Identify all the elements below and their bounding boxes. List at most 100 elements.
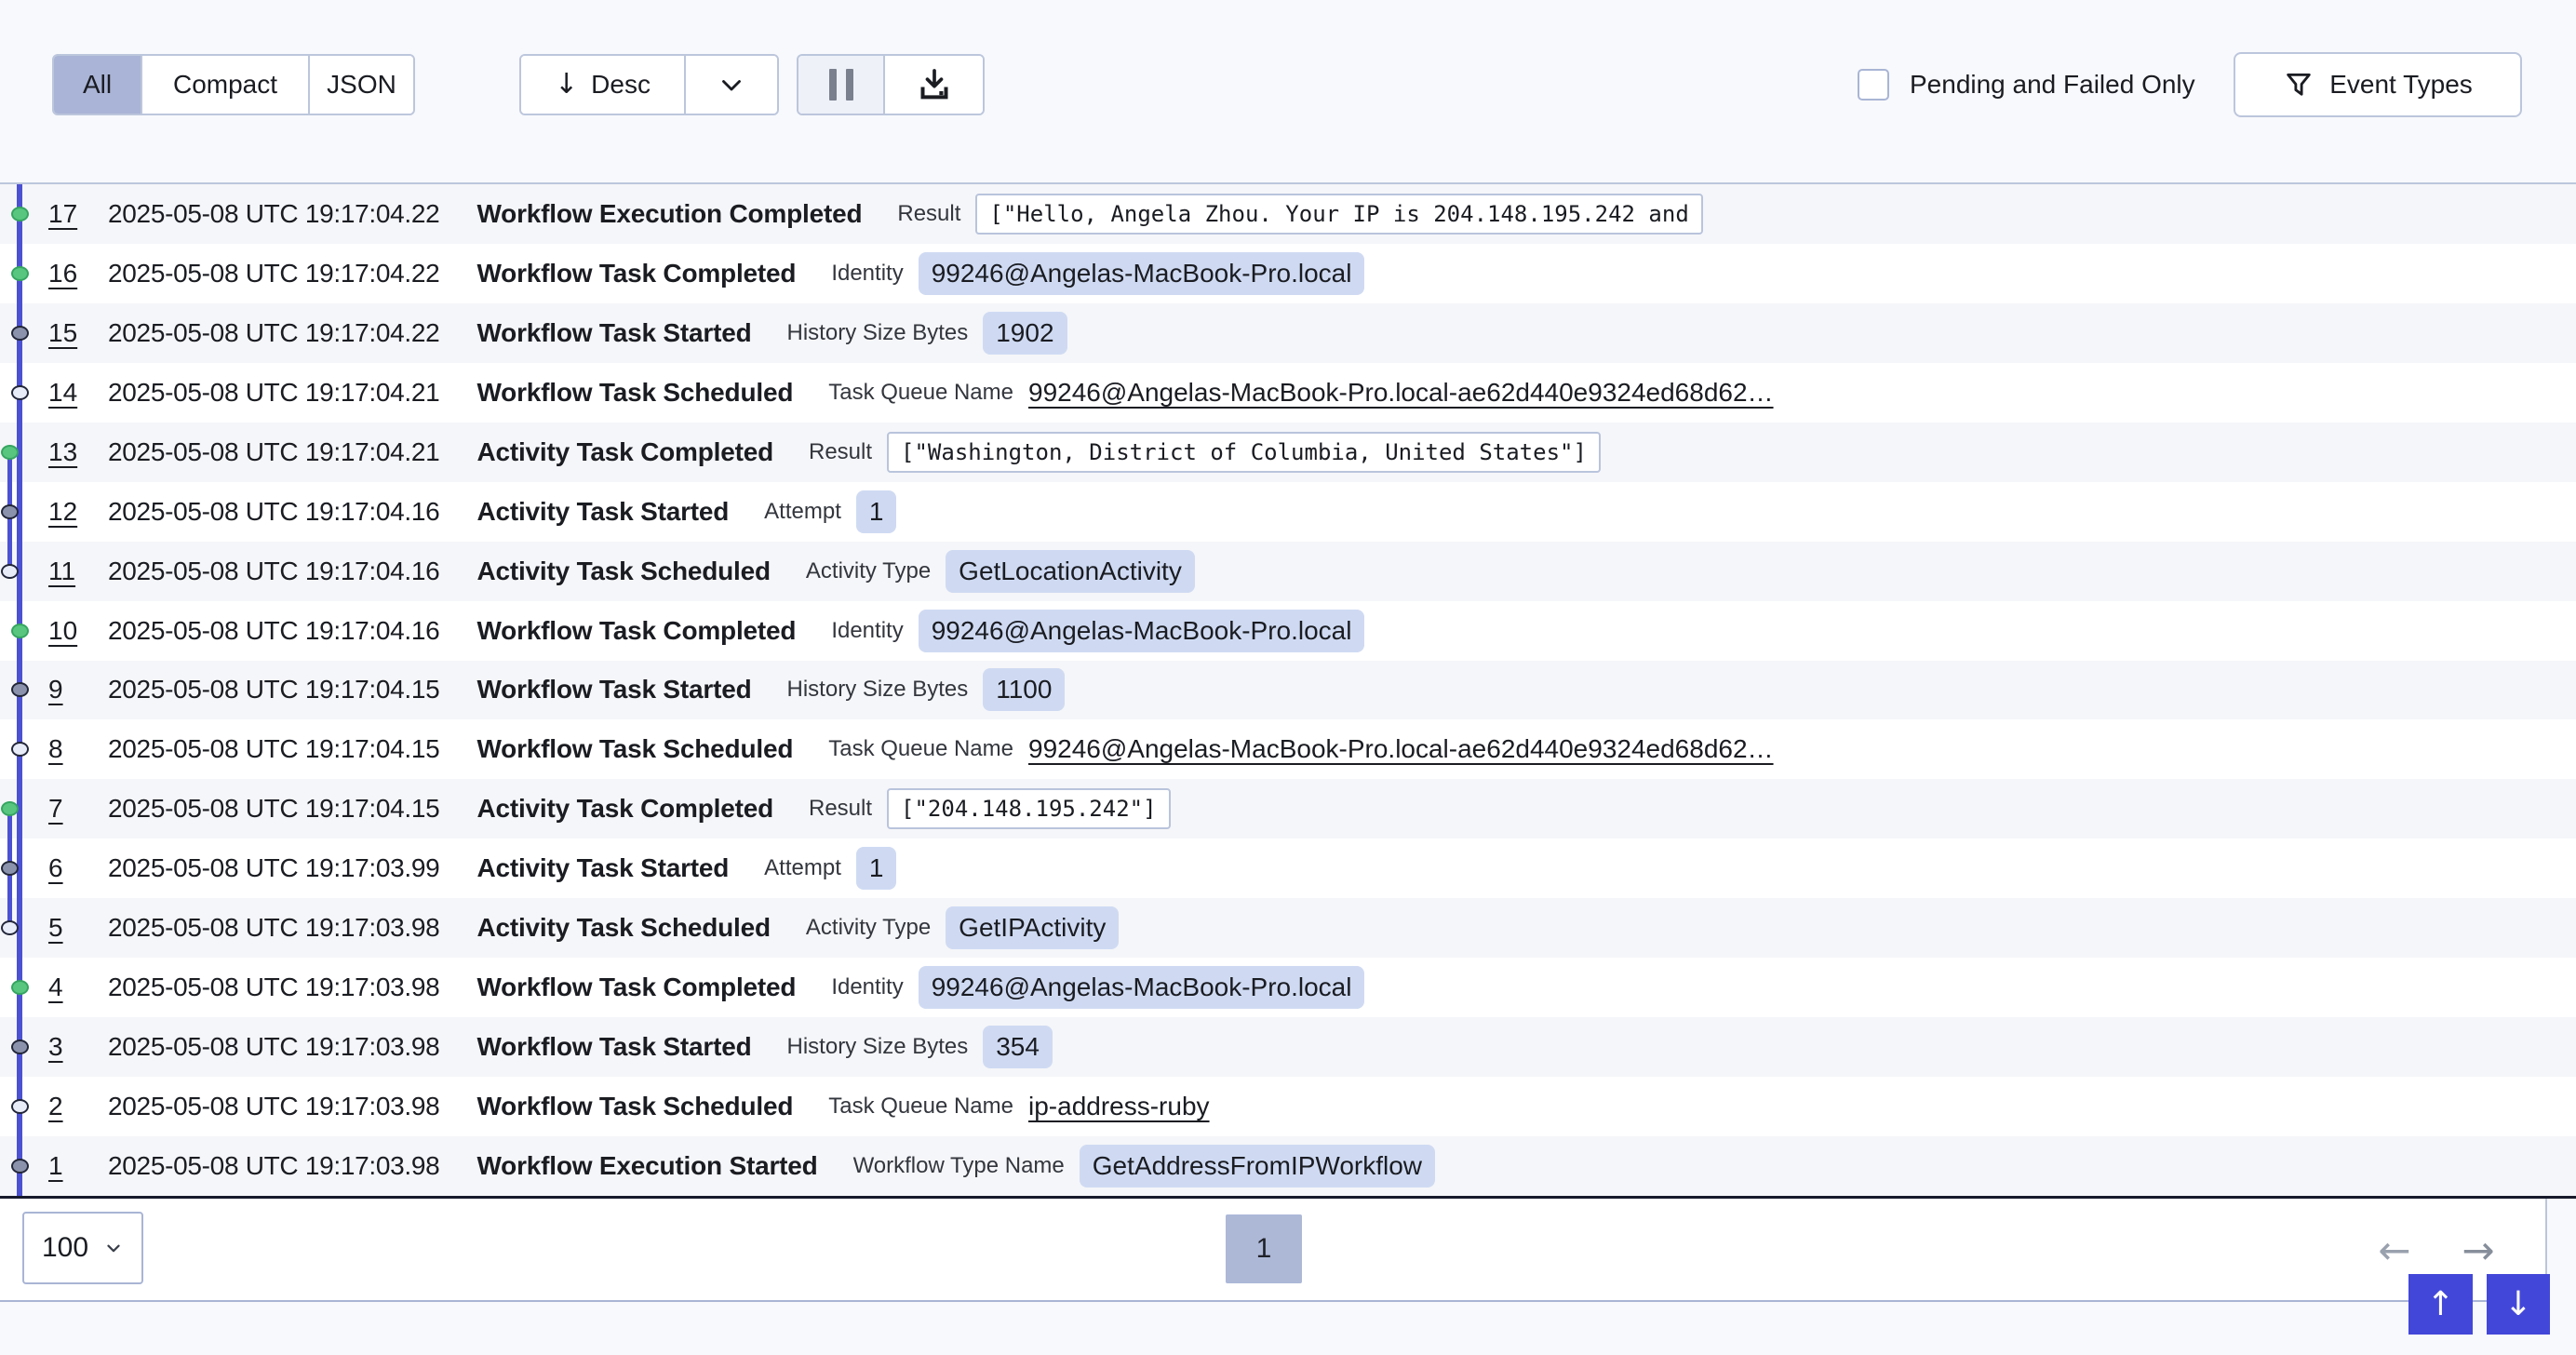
event-row[interactable]: 14 2025-05-08 UTC 19:17:04.21 Workflow T… bbox=[0, 363, 2576, 423]
event-timestamp: 2025-05-08 UTC 19:17:03.98 bbox=[108, 1032, 439, 1062]
event-row[interactable]: 2 2025-05-08 UTC 19:17:03.98 Workflow Ta… bbox=[0, 1077, 2576, 1136]
download-icon bbox=[916, 66, 953, 103]
event-name: Workflow Task Started bbox=[476, 1032, 751, 1062]
event-detail-label: History Size Bytes bbox=[787, 320, 969, 346]
event-name: Workflow Execution Started bbox=[476, 1151, 817, 1181]
event-types-button[interactable]: Event Types bbox=[2234, 52, 2522, 117]
event-id-link[interactable]: 11 bbox=[48, 557, 82, 586]
event-status-dot bbox=[1, 504, 19, 519]
event-id-link[interactable]: 13 bbox=[48, 437, 82, 467]
sort-control: ↓ Desc bbox=[519, 54, 779, 115]
event-id-link[interactable]: 17 bbox=[48, 199, 82, 229]
event-detail-label: Result bbox=[809, 796, 872, 822]
task-queue-link[interactable]: ip-address-ruby bbox=[1028, 1092, 1210, 1121]
event-id-link[interactable]: 5 bbox=[48, 913, 82, 943]
task-queue-link[interactable]: 99246@Angelas-MacBook-Pro.local-ae62d440… bbox=[1028, 378, 1774, 408]
tab-compact[interactable]: Compact bbox=[142, 56, 310, 114]
sort-options-dropdown[interactable] bbox=[686, 56, 777, 114]
event-timestamp: 2025-05-08 UTC 19:17:04.15 bbox=[108, 675, 439, 704]
event-status-dot bbox=[1, 861, 19, 876]
event-row[interactable]: 17 2025-05-08 UTC 19:17:04.22 Workflow E… bbox=[0, 184, 2576, 244]
event-name: Activity Task Scheduled bbox=[476, 913, 770, 943]
event-row[interactable]: 3 2025-05-08 UTC 19:17:03.98 Workflow Ta… bbox=[0, 1017, 2576, 1077]
event-timestamp: 2025-05-08 UTC 19:17:03.99 bbox=[108, 853, 439, 883]
prev-page-button[interactable]: ← bbox=[2362, 1217, 2427, 1282]
event-row[interactable]: 6 2025-05-08 UTC 19:17:03.99 Activity Ta… bbox=[0, 838, 2576, 898]
event-detail-value: 99246@Angelas-MacBook-Pro.local bbox=[919, 966, 1365, 1009]
event-detail-value: GetAddressFromIPWorkflow bbox=[1080, 1145, 1435, 1187]
task-queue-link[interactable]: 99246@Angelas-MacBook-Pro.local-ae62d440… bbox=[1028, 734, 1774, 764]
next-page-button[interactable]: → bbox=[2446, 1217, 2511, 1282]
arrow-down-icon: ↓ bbox=[2504, 1285, 2532, 1323]
event-id-link[interactable]: 8 bbox=[48, 734, 82, 764]
event-detail-label: Attempt bbox=[764, 499, 841, 525]
pending-failed-checkbox[interactable] bbox=[1858, 69, 1889, 101]
event-timestamp: 2025-05-08 UTC 19:17:04.16 bbox=[108, 497, 439, 527]
event-detail-value: GetLocationActivity bbox=[946, 550, 1195, 593]
event-detail-label: History Size Bytes bbox=[787, 1034, 969, 1060]
pause-button[interactable] bbox=[798, 56, 885, 114]
event-row[interactable]: 9 2025-05-08 UTC 19:17:04.15 Workflow Ta… bbox=[0, 661, 2576, 720]
event-id-link[interactable]: 16 bbox=[48, 259, 82, 288]
event-row[interactable]: 11 2025-05-08 UTC 19:17:04.16 Activity T… bbox=[0, 542, 2576, 601]
event-detail-value: 1902 bbox=[983, 312, 1067, 355]
event-row[interactable]: 12 2025-05-08 UTC 19:17:04.16 Activity T… bbox=[0, 482, 2576, 542]
event-status-dot bbox=[11, 266, 29, 281]
arrow-left-icon: ← bbox=[2378, 1228, 2410, 1273]
event-id-link[interactable]: 12 bbox=[48, 497, 82, 527]
event-detail-label: Attempt bbox=[764, 855, 841, 881]
event-status-dot bbox=[11, 207, 29, 221]
event-timestamp: 2025-05-08 UTC 19:17:04.15 bbox=[108, 794, 439, 824]
event-detail-label: Activity Type bbox=[806, 558, 931, 584]
event-row[interactable]: 5 2025-05-08 UTC 19:17:03.98 Activity Ta… bbox=[0, 898, 2576, 958]
event-row[interactable]: 13 2025-05-08 UTC 19:17:04.21 Activity T… bbox=[0, 423, 2576, 482]
event-id-link[interactable]: 7 bbox=[48, 794, 82, 824]
page-size-select[interactable]: 100 bbox=[22, 1212, 143, 1284]
event-row[interactable]: 10 2025-05-08 UTC 19:17:04.16 Workflow T… bbox=[0, 601, 2576, 661]
page-number-button[interactable]: 1 bbox=[1226, 1214, 1302, 1283]
event-status-dot bbox=[1, 801, 19, 816]
event-id-link[interactable]: 6 bbox=[48, 853, 82, 883]
event-status-dot bbox=[11, 682, 29, 697]
event-id-link[interactable]: 15 bbox=[48, 318, 82, 348]
event-row[interactable]: 1 2025-05-08 UTC 19:17:03.98 Workflow Ex… bbox=[0, 1136, 2576, 1196]
event-status-dot bbox=[11, 742, 29, 757]
event-id-link[interactable]: 1 bbox=[48, 1151, 82, 1181]
event-timestamp: 2025-05-08 UTC 19:17:04.22 bbox=[108, 318, 439, 348]
download-button[interactable] bbox=[885, 56, 983, 114]
event-id-link[interactable]: 4 bbox=[48, 973, 82, 1002]
filter-funnel-icon bbox=[2283, 69, 2314, 101]
event-name: Workflow Task Completed bbox=[476, 973, 796, 1002]
event-row[interactable]: 8 2025-05-08 UTC 19:17:04.15 Workflow Ta… bbox=[0, 719, 2576, 779]
event-timestamp: 2025-05-08 UTC 19:17:04.21 bbox=[108, 378, 439, 408]
event-id-link[interactable]: 2 bbox=[48, 1092, 82, 1121]
event-name: Workflow Task Completed bbox=[476, 259, 796, 288]
event-row[interactable]: 16 2025-05-08 UTC 19:17:04.22 Workflow T… bbox=[0, 244, 2576, 303]
event-id-link[interactable]: 14 bbox=[48, 378, 82, 408]
event-id-link[interactable]: 10 bbox=[48, 616, 82, 646]
event-name: Activity Task Scheduled bbox=[476, 557, 770, 586]
event-id-link[interactable]: 9 bbox=[48, 675, 82, 704]
event-name: Activity Task Started bbox=[476, 497, 729, 527]
view-mode-tabs: All Compact JSON bbox=[52, 54, 415, 115]
arrow-right-icon: → bbox=[2462, 1228, 2494, 1273]
event-timestamp: 2025-05-08 UTC 19:17:03.98 bbox=[108, 973, 439, 1002]
event-row[interactable]: 7 2025-05-08 UTC 19:17:04.15 Activity Ta… bbox=[0, 779, 2576, 838]
pending-failed-label[interactable]: Pending and Failed Only bbox=[1910, 54, 2195, 115]
event-name: Workflow Execution Completed bbox=[476, 199, 862, 229]
event-status-dot bbox=[11, 1099, 29, 1114]
sort-desc-button[interactable]: ↓ Desc bbox=[521, 56, 686, 114]
scroll-to-top-button[interactable]: ↑ bbox=[2408, 1274, 2473, 1335]
event-status-dot bbox=[11, 326, 29, 341]
event-id-link[interactable]: 3 bbox=[48, 1032, 82, 1062]
event-row[interactable]: 15 2025-05-08 UTC 19:17:04.22 Workflow T… bbox=[0, 303, 2576, 363]
pause-icon bbox=[829, 69, 853, 101]
tab-json[interactable]: JSON bbox=[310, 56, 413, 114]
event-row[interactable]: 4 2025-05-08 UTC 19:17:03.98 Workflow Ta… bbox=[0, 958, 2576, 1017]
stream-controls bbox=[797, 54, 985, 115]
chevron-down-icon bbox=[716, 69, 747, 101]
event-detail-label: Task Queue Name bbox=[828, 736, 1013, 762]
tab-all[interactable]: All bbox=[54, 56, 142, 114]
chevron-down-icon bbox=[103, 1238, 124, 1258]
scroll-to-bottom-button[interactable]: ↓ bbox=[2487, 1274, 2550, 1335]
